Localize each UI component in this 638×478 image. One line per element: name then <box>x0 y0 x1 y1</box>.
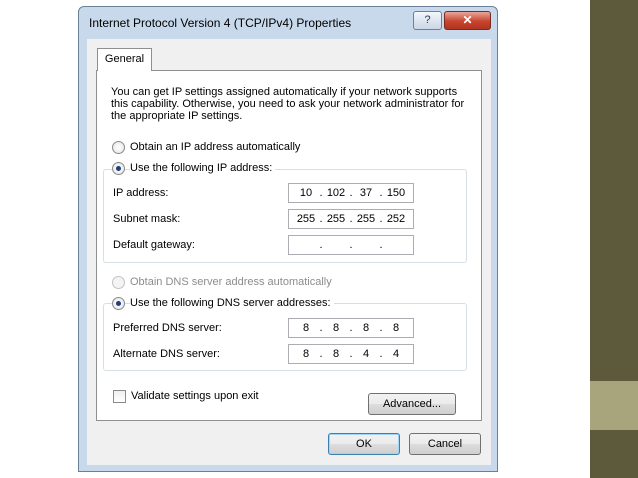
slide-side-bar <box>590 0 638 381</box>
dns-auto-radio[interactable] <box>112 276 125 289</box>
default-gateway-field[interactable]: . . . <box>288 235 414 255</box>
alternate-dns-label: Alternate DNS server: <box>113 348 220 360</box>
dns-auto-label: Obtain DNS server address automatically <box>130 276 332 288</box>
window-title: Internet Protocol Version 4 (TCP/IPv4) P… <box>89 16 352 30</box>
description-text: You can get IP settings assigned automat… <box>111 86 465 122</box>
validate-label: Validate settings upon exit <box>131 390 259 402</box>
cancel-button[interactable]: Cancel <box>409 433 481 455</box>
dialog-client-area: General You can get IP settings assigned… <box>87 39 491 465</box>
ip-address-field[interactable]: 10. 102. 37. 150 <box>288 183 414 203</box>
help-icon: ? <box>424 14 431 26</box>
close-button[interactable]: ✕ <box>444 11 491 30</box>
slide-side-bar-accent <box>590 381 638 430</box>
validate-checkbox[interactable] <box>113 390 126 403</box>
ip-manual-radio[interactable] <box>112 162 125 175</box>
subnet-mask-label: Subnet mask: <box>113 213 181 225</box>
preferred-dns-field[interactable]: 8. 8. 8. 8 <box>288 318 414 338</box>
ipv4-properties-dialog: Internet Protocol Version 4 (TCP/IPv4) P… <box>78 6 498 472</box>
ip-address-label: IP address: <box>113 187 169 199</box>
general-tab-panel: You can get IP settings assigned automat… <box>96 70 482 421</box>
default-gateway-label: Default gateway: <box>113 239 195 251</box>
advanced-button[interactable]: Advanced... <box>368 393 456 415</box>
slide-side-bar-bottom <box>590 430 638 478</box>
subnet-mask-field[interactable]: 255. 255. 255. 252 <box>288 209 414 229</box>
preferred-dns-label: Preferred DNS server: <box>113 322 222 334</box>
dns-manual-radio[interactable] <box>112 297 125 310</box>
ip-manual-label: Use the following IP address: <box>130 162 276 174</box>
ip-auto-radio[interactable] <box>112 141 125 154</box>
dns-manual-label: Use the following DNS server addresses: <box>130 297 334 309</box>
alternate-dns-field[interactable]: 8. 8. 4. 4 <box>288 344 414 364</box>
close-icon: ✕ <box>462 13 473 27</box>
help-button[interactable]: ? <box>413 11 442 30</box>
ip-auto-label: Obtain an IP address automatically <box>130 141 301 153</box>
ok-button[interactable]: OK <box>328 433 400 455</box>
title-bar[interactable]: Internet Protocol Version 4 (TCP/IPv4) P… <box>79 7 497 39</box>
tab-general[interactable]: General <box>97 48 152 71</box>
